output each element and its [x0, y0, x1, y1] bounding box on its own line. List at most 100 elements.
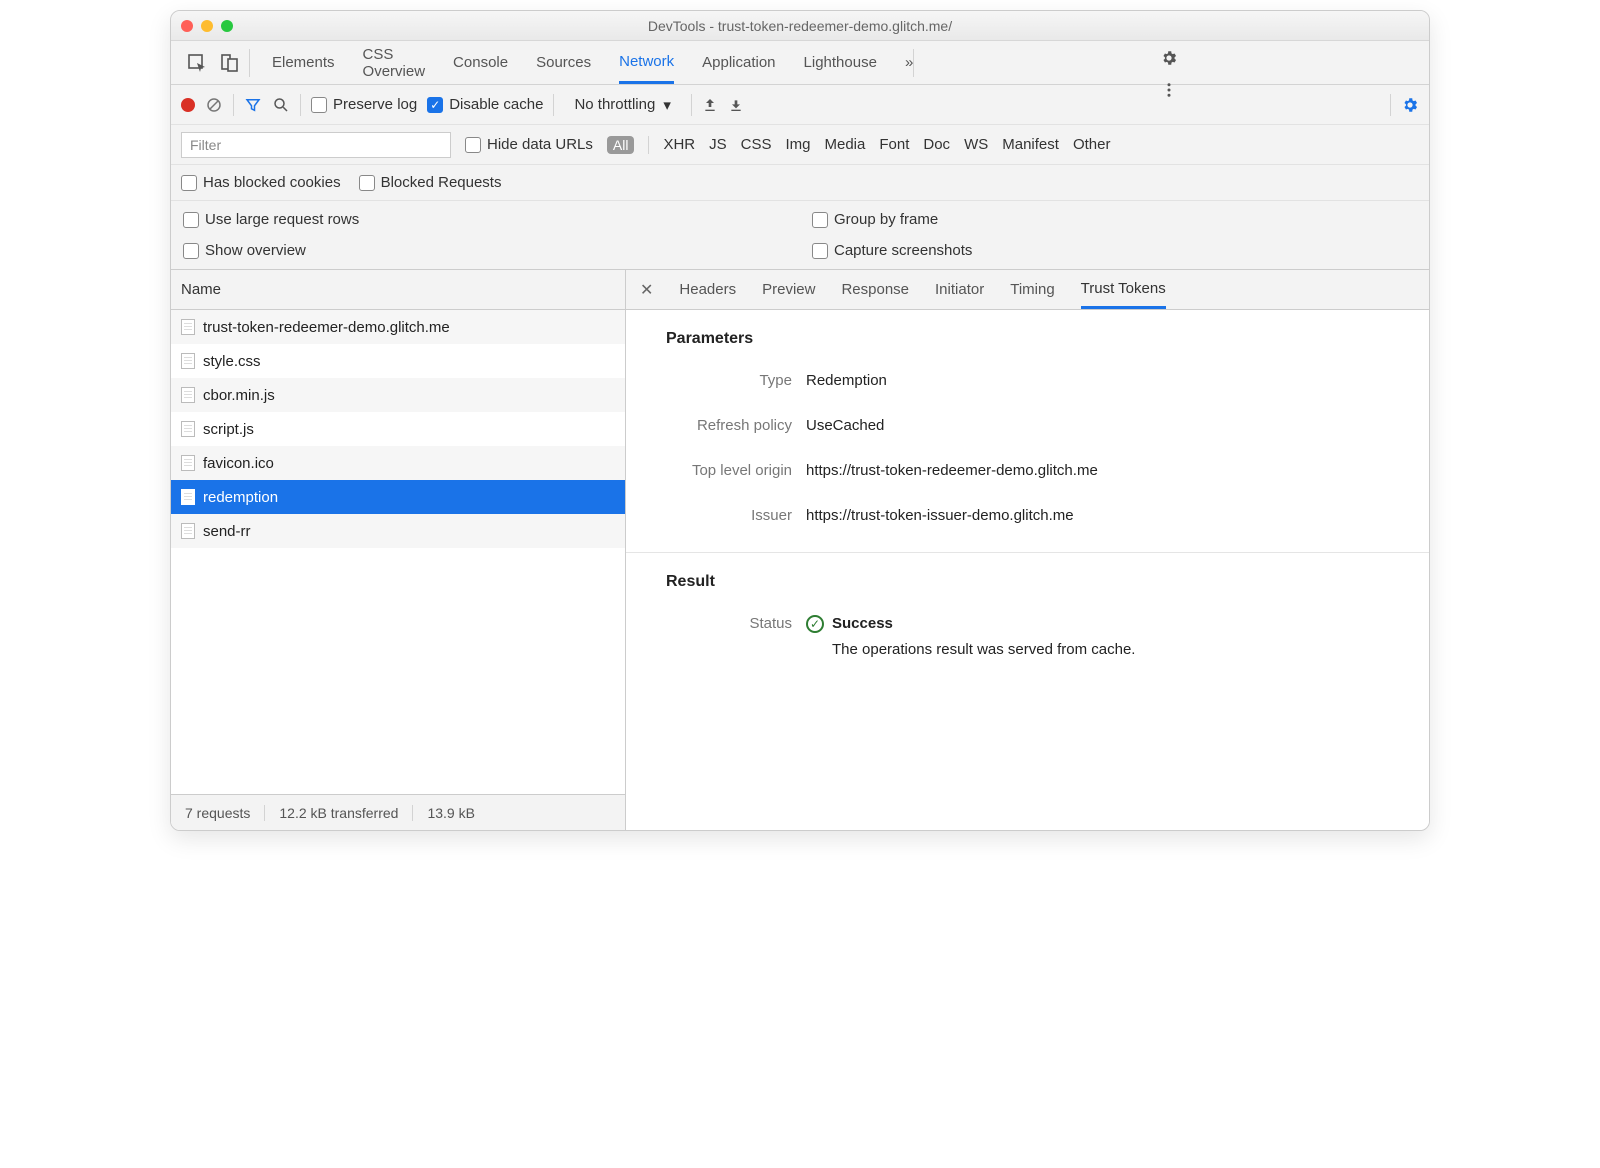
group-by-frame-checkbox[interactable]: Group by frame: [812, 211, 1417, 228]
preserve-log-checkbox[interactable]: Preserve log: [311, 96, 417, 113]
detail-panel: ✕ Headers Preview Response Initiator Tim…: [626, 270, 1429, 830]
download-har-icon[interactable]: [728, 97, 744, 113]
filter-all-pill[interactable]: All: [607, 136, 635, 154]
filter-options-row: Has blocked cookies Blocked Requests: [171, 165, 1429, 201]
request-name: send-rr: [203, 523, 251, 540]
request-name: favicon.ico: [203, 455, 274, 472]
request-name: trust-token-redeemer-demo.glitch.me: [203, 319, 450, 336]
chevron-down-icon: ▾: [663, 96, 671, 114]
tab-sources[interactable]: Sources: [536, 41, 591, 84]
main-tabs: Elements CSS Overview Console Sources Ne…: [250, 41, 913, 84]
param-value: UseCached: [806, 417, 1429, 434]
capture-screenshots-checkbox[interactable]: Capture screenshots: [812, 242, 1417, 259]
tab-elements[interactable]: Elements: [272, 41, 335, 84]
tab-css-overview[interactable]: CSS Overview: [363, 41, 426, 84]
disable-cache-checkbox[interactable]: ✓Disable cache: [427, 96, 543, 113]
capture-screenshots-label: Capture screenshots: [834, 242, 972, 259]
throttling-value: No throttling: [574, 96, 655, 113]
success-check-icon: ✓: [806, 615, 824, 633]
has-blocked-cookies-checkbox[interactable]: Has blocked cookies: [181, 174, 341, 191]
request-row[interactable]: favicon.ico: [171, 446, 625, 480]
detail-tabs: ✕ Headers Preview Response Initiator Tim…: [626, 270, 1429, 310]
upload-har-icon[interactable]: [702, 97, 718, 113]
network-settings-row: Use large request rows Show overview Gro…: [171, 201, 1429, 270]
filter-ws[interactable]: WS: [964, 136, 988, 153]
request-row[interactable]: style.css: [171, 344, 625, 378]
hide-data-urls-checkbox[interactable]: Hide data URLs: [465, 136, 593, 153]
filter-bar: Filter Hide data URLs All XHR JS CSS Img…: [171, 125, 1429, 165]
filter-font[interactable]: Font: [879, 136, 909, 153]
preserve-log-label: Preserve log: [333, 96, 417, 113]
request-row[interactable]: cbor.min.js: [171, 378, 625, 412]
file-icon: [181, 489, 195, 505]
search-icon[interactable]: [272, 96, 290, 114]
show-overview-checkbox[interactable]: Show overview: [183, 242, 788, 259]
param-value: https://trust-token-issuer-demo.glitch.m…: [806, 507, 1429, 524]
file-icon: [181, 387, 195, 403]
filter-icon[interactable]: [244, 96, 262, 114]
blocked-requests-checkbox[interactable]: Blocked Requests: [359, 174, 502, 191]
throttling-select[interactable]: No throttling ▾: [564, 96, 680, 114]
content-area: Name trust-token-redeemer-demo.glitch.me…: [171, 270, 1429, 830]
param-key: Top level origin: [626, 462, 806, 479]
tab-lighthouse[interactable]: Lighthouse: [804, 41, 877, 84]
inspect-element-icon[interactable]: [187, 53, 207, 73]
close-detail-icon[interactable]: ✕: [640, 280, 653, 300]
devtools-window: DevTools - trust-token-redeemer-demo.gli…: [170, 10, 1430, 831]
filter-doc[interactable]: Doc: [923, 136, 950, 153]
name-column-header[interactable]: Name: [171, 270, 625, 310]
hide-data-urls-label: Hide data URLs: [487, 136, 593, 153]
show-overview-label: Show overview: [205, 242, 306, 259]
parameters-heading: Parameters: [626, 310, 1429, 358]
filter-img[interactable]: Img: [785, 136, 810, 153]
dtab-headers[interactable]: Headers: [679, 270, 736, 309]
footer-resources: 13.9 kB: [413, 805, 488, 821]
dtab-preview[interactable]: Preview: [762, 270, 815, 309]
param-value: https://trust-token-redeemer-demo.glitch…: [806, 462, 1429, 479]
network-settings-gear-icon[interactable]: [1401, 96, 1419, 114]
use-large-rows-checkbox[interactable]: Use large request rows: [183, 211, 788, 228]
settings-gear-icon[interactable]: [1160, 49, 1178, 67]
dtab-initiator[interactable]: Initiator: [935, 270, 984, 309]
request-row[interactable]: send-rr: [171, 514, 625, 548]
has-blocked-cookies-label: Has blocked cookies: [203, 174, 341, 191]
param-key: Issuer: [626, 507, 806, 524]
filter-other[interactable]: Other: [1073, 136, 1111, 153]
filter-input[interactable]: Filter: [181, 132, 451, 158]
request-name: cbor.min.js: [203, 387, 275, 404]
filter-xhr[interactable]: XHR: [663, 136, 695, 153]
filter-css[interactable]: CSS: [741, 136, 772, 153]
use-large-rows-label: Use large request rows: [205, 211, 359, 228]
dtab-trust-tokens[interactable]: Trust Tokens: [1081, 270, 1166, 309]
request-name: redemption: [203, 489, 278, 506]
tab-console[interactable]: Console: [453, 41, 508, 84]
status-label: Status: [626, 615, 806, 658]
filter-manifest[interactable]: Manifest: [1002, 136, 1059, 153]
tab-more[interactable]: »: [905, 41, 913, 84]
file-icon: [181, 319, 195, 335]
group-by-frame-label: Group by frame: [834, 211, 938, 228]
device-toolbar-icon[interactable]: [219, 53, 239, 73]
file-icon: [181, 421, 195, 437]
tab-application[interactable]: Application: [702, 41, 775, 84]
result-heading: Result: [626, 553, 1429, 601]
request-name: style.css: [203, 353, 261, 370]
request-row[interactable]: script.js: [171, 412, 625, 446]
request-row[interactable]: redemption: [171, 480, 625, 514]
file-icon: [181, 455, 195, 471]
dtab-response[interactable]: Response: [841, 270, 909, 309]
request-row[interactable]: trust-token-redeemer-demo.glitch.me: [171, 310, 625, 344]
request-footer: 7 requests 12.2 kB transferred 13.9 kB: [171, 794, 625, 830]
param-key: Type: [626, 372, 806, 389]
record-button[interactable]: [181, 98, 195, 112]
kebab-menu-icon[interactable]: [1160, 81, 1178, 99]
file-icon: [181, 353, 195, 369]
dtab-timing[interactable]: Timing: [1010, 270, 1054, 309]
network-toolbar: Preserve log ✓Disable cache No throttlin…: [171, 85, 1429, 125]
filter-media[interactable]: Media: [825, 136, 866, 153]
main-tabbar: Elements CSS Overview Console Sources Ne…: [171, 41, 1429, 85]
filter-js[interactable]: JS: [709, 136, 727, 153]
clear-icon[interactable]: [205, 96, 223, 114]
tab-network[interactable]: Network: [619, 41, 674, 84]
request-list-panel: Name trust-token-redeemer-demo.glitch.me…: [171, 270, 626, 830]
